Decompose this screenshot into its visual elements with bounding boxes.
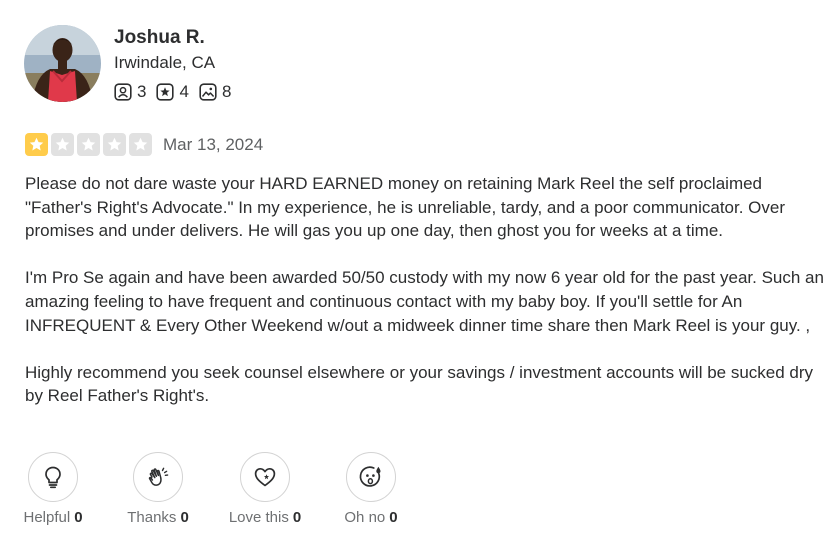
star-2-icon: [51, 133, 74, 156]
thanks-count: 0: [180, 509, 189, 526]
user-name[interactable]: Joshua R.: [114, 27, 205, 49]
thanks-button[interactable]: Thanks 0: [127, 452, 189, 526]
friends-stat: 3: [114, 82, 146, 102]
star-3-icon: [77, 133, 100, 156]
review-card: Joshua R. Irwindale, CA 3 4 8 Mar 13, 20…: [0, 0, 835, 542]
oh-no-label: Oh no 0: [344, 509, 397, 526]
review-text: Please do not dare waste your HARD EARNE…: [25, 172, 825, 408]
clapping-hands-icon: [148, 467, 169, 486]
avatar[interactable]: [24, 25, 101, 102]
photos-count: 8: [221, 82, 232, 101]
photos-stat: 8: [199, 82, 231, 102]
avatar-photo: [24, 25, 101, 102]
heart-icon: [254, 467, 276, 487]
oh-no-count: 0: [389, 509, 398, 526]
love-this-count: 0: [292, 509, 302, 526]
review-paragraph: Highly recommend you seek counsel elsewh…: [25, 362, 814, 406]
helpful-button[interactable]: Helpful 0: [23, 452, 83, 526]
user-location: Irwindale, CA: [114, 53, 216, 72]
oh-no-text: Oh no: [344, 509, 386, 526]
user-stats: 3 4 8: [114, 82, 231, 102]
review-paragraph: Please do not dare waste your HARD EARNE…: [25, 174, 786, 241]
review-paragraph: I'm Pro Se again and have been awarded 5…: [25, 268, 824, 335]
lightbulb-icon: [45, 466, 61, 489]
review-date: Mar 13, 2024: [163, 134, 264, 154]
star-5-icon: [129, 133, 152, 156]
love-this-button[interactable]: Love this 0: [229, 452, 301, 526]
review-star-icon: [156, 83, 175, 101]
love-this-label: Love this 0: [229, 509, 301, 526]
oh-no-button[interactable]: Oh no 0: [343, 452, 399, 526]
star-rating: [25, 133, 152, 156]
friends-icon: [114, 83, 132, 101]
helpful-circle[interactable]: [28, 452, 78, 502]
reviews-count: 4: [179, 82, 189, 101]
thanks-circle[interactable]: [133, 452, 183, 502]
reviews-stat: 4: [156, 82, 189, 102]
sad-face-icon: [359, 466, 381, 487]
thanks-label: Thanks 0: [127, 509, 189, 526]
rating-row: Mar 13, 2024: [25, 133, 263, 156]
helpful-count: 0: [74, 509, 83, 526]
love-this-circle[interactable]: [240, 452, 290, 502]
friends-count: 3: [137, 82, 147, 101]
helpful-text: Helpful: [23, 509, 71, 526]
star-4-icon: [103, 133, 126, 156]
thanks-text: Thanks: [127, 509, 177, 526]
star-1-icon: [25, 133, 48, 156]
reaction-bar: Helpful 0 Thanks 0 Love this 0 Oh no 0: [23, 452, 399, 526]
helpful-label: Helpful 0: [23, 509, 82, 526]
love-this-text: Love this: [228, 509, 289, 526]
photo-icon: [199, 83, 217, 101]
oh-no-circle[interactable]: [346, 452, 396, 502]
